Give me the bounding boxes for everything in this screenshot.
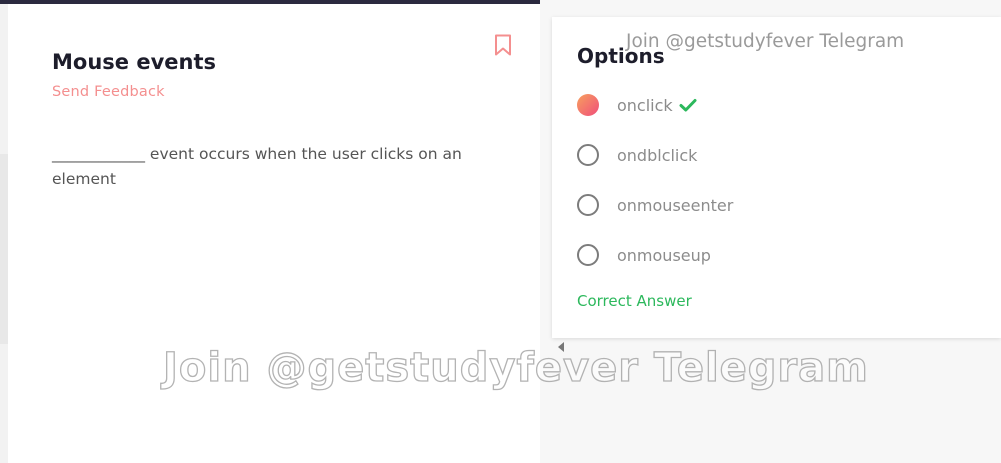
options-card: Options onclick ondblclick onmouseenter … xyxy=(552,17,1001,338)
option-onclick[interactable]: onclick xyxy=(577,92,697,118)
radio-empty-icon[interactable] xyxy=(577,244,599,266)
option-label: onclick xyxy=(617,95,673,115)
left-edge-strip xyxy=(0,4,8,463)
options-title: Options xyxy=(577,44,665,68)
option-label: onmouseup xyxy=(617,245,711,265)
question-card: Mouse events Send Feedback ____________ … xyxy=(8,4,540,463)
checkmark-icon xyxy=(679,99,697,112)
question-text: ____________ event occurs when the user … xyxy=(52,145,462,188)
option-onmouseenter[interactable]: onmouseenter xyxy=(577,192,733,218)
option-label: ondblclick xyxy=(617,145,698,165)
option-label: onmouseenter xyxy=(617,195,734,215)
option-ondblclick[interactable]: ondblclick xyxy=(577,142,697,168)
correct-answer-label: Correct Answer xyxy=(577,292,692,310)
question-title: Mouse events xyxy=(52,50,216,74)
bookmark-icon[interactable] xyxy=(494,34,512,56)
left-edge-shadow xyxy=(0,154,8,344)
radio-empty-icon[interactable] xyxy=(577,194,599,216)
send-feedback-link[interactable]: Send Feedback xyxy=(52,84,165,100)
radio-selected-icon[interactable] xyxy=(577,94,599,116)
option-onmouseup[interactable]: onmouseup xyxy=(577,242,711,268)
radio-empty-icon[interactable] xyxy=(577,144,599,166)
scroll-left-arrow[interactable] xyxy=(558,342,564,352)
